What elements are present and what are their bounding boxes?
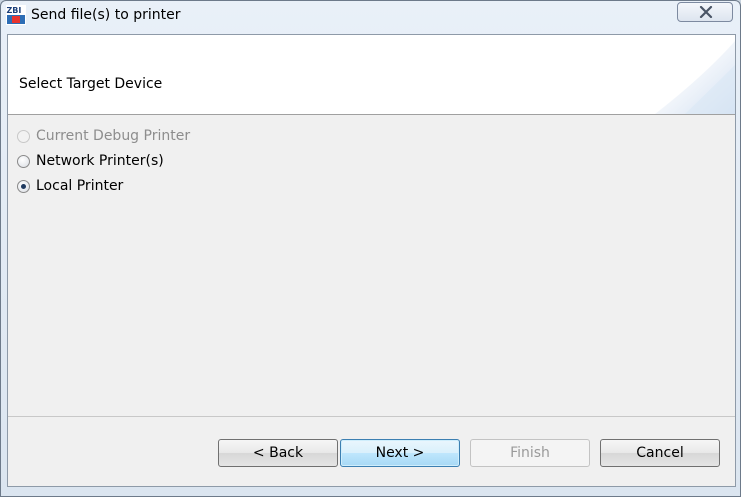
option-current-debug-printer[interactable]: Current Debug Printer <box>17 126 190 146</box>
option-local-printer[interactable]: Local Printer <box>17 176 123 196</box>
footer-separator <box>8 416 735 417</box>
close-icon <box>699 6 713 18</box>
app-icon-text: ZBI <box>7 6 22 15</box>
option-label: Local Printer <box>36 178 124 194</box>
page-title: Select Target Device <box>19 76 163 92</box>
option-label: Network Printer(s) <box>36 153 164 169</box>
header-decoration <box>655 41 735 114</box>
title-bar[interactable]: ZBI Send file(s) to printer <box>1 1 740 32</box>
close-button[interactable] <box>677 2 733 22</box>
zbi-app-icon: ZBI <box>6 5 26 25</box>
radio-local-printer[interactable] <box>17 179 30 193</box>
back-button[interactable]: < Back <box>218 439 338 467</box>
cancel-button[interactable]: Cancel <box>600 439 720 467</box>
radio-network-printers[interactable] <box>17 154 30 168</box>
option-network-printers[interactable]: Network Printer(s) <box>17 151 164 171</box>
dialog-content: Select Target Device Current Debug Print… <box>7 34 736 487</box>
dialog-window: ZBI Send file(s) to printer Select Targe… <box>0 0 741 497</box>
finish-button[interactable]: Finish <box>470 439 590 467</box>
wizard-header: Select Target Device <box>8 35 735 115</box>
radio-current-debug-printer[interactable] <box>17 129 30 143</box>
option-label: Current Debug Printer <box>36 128 191 144</box>
next-button[interactable]: Next > <box>340 439 460 467</box>
window-title: Send file(s) to printer <box>31 7 181 23</box>
